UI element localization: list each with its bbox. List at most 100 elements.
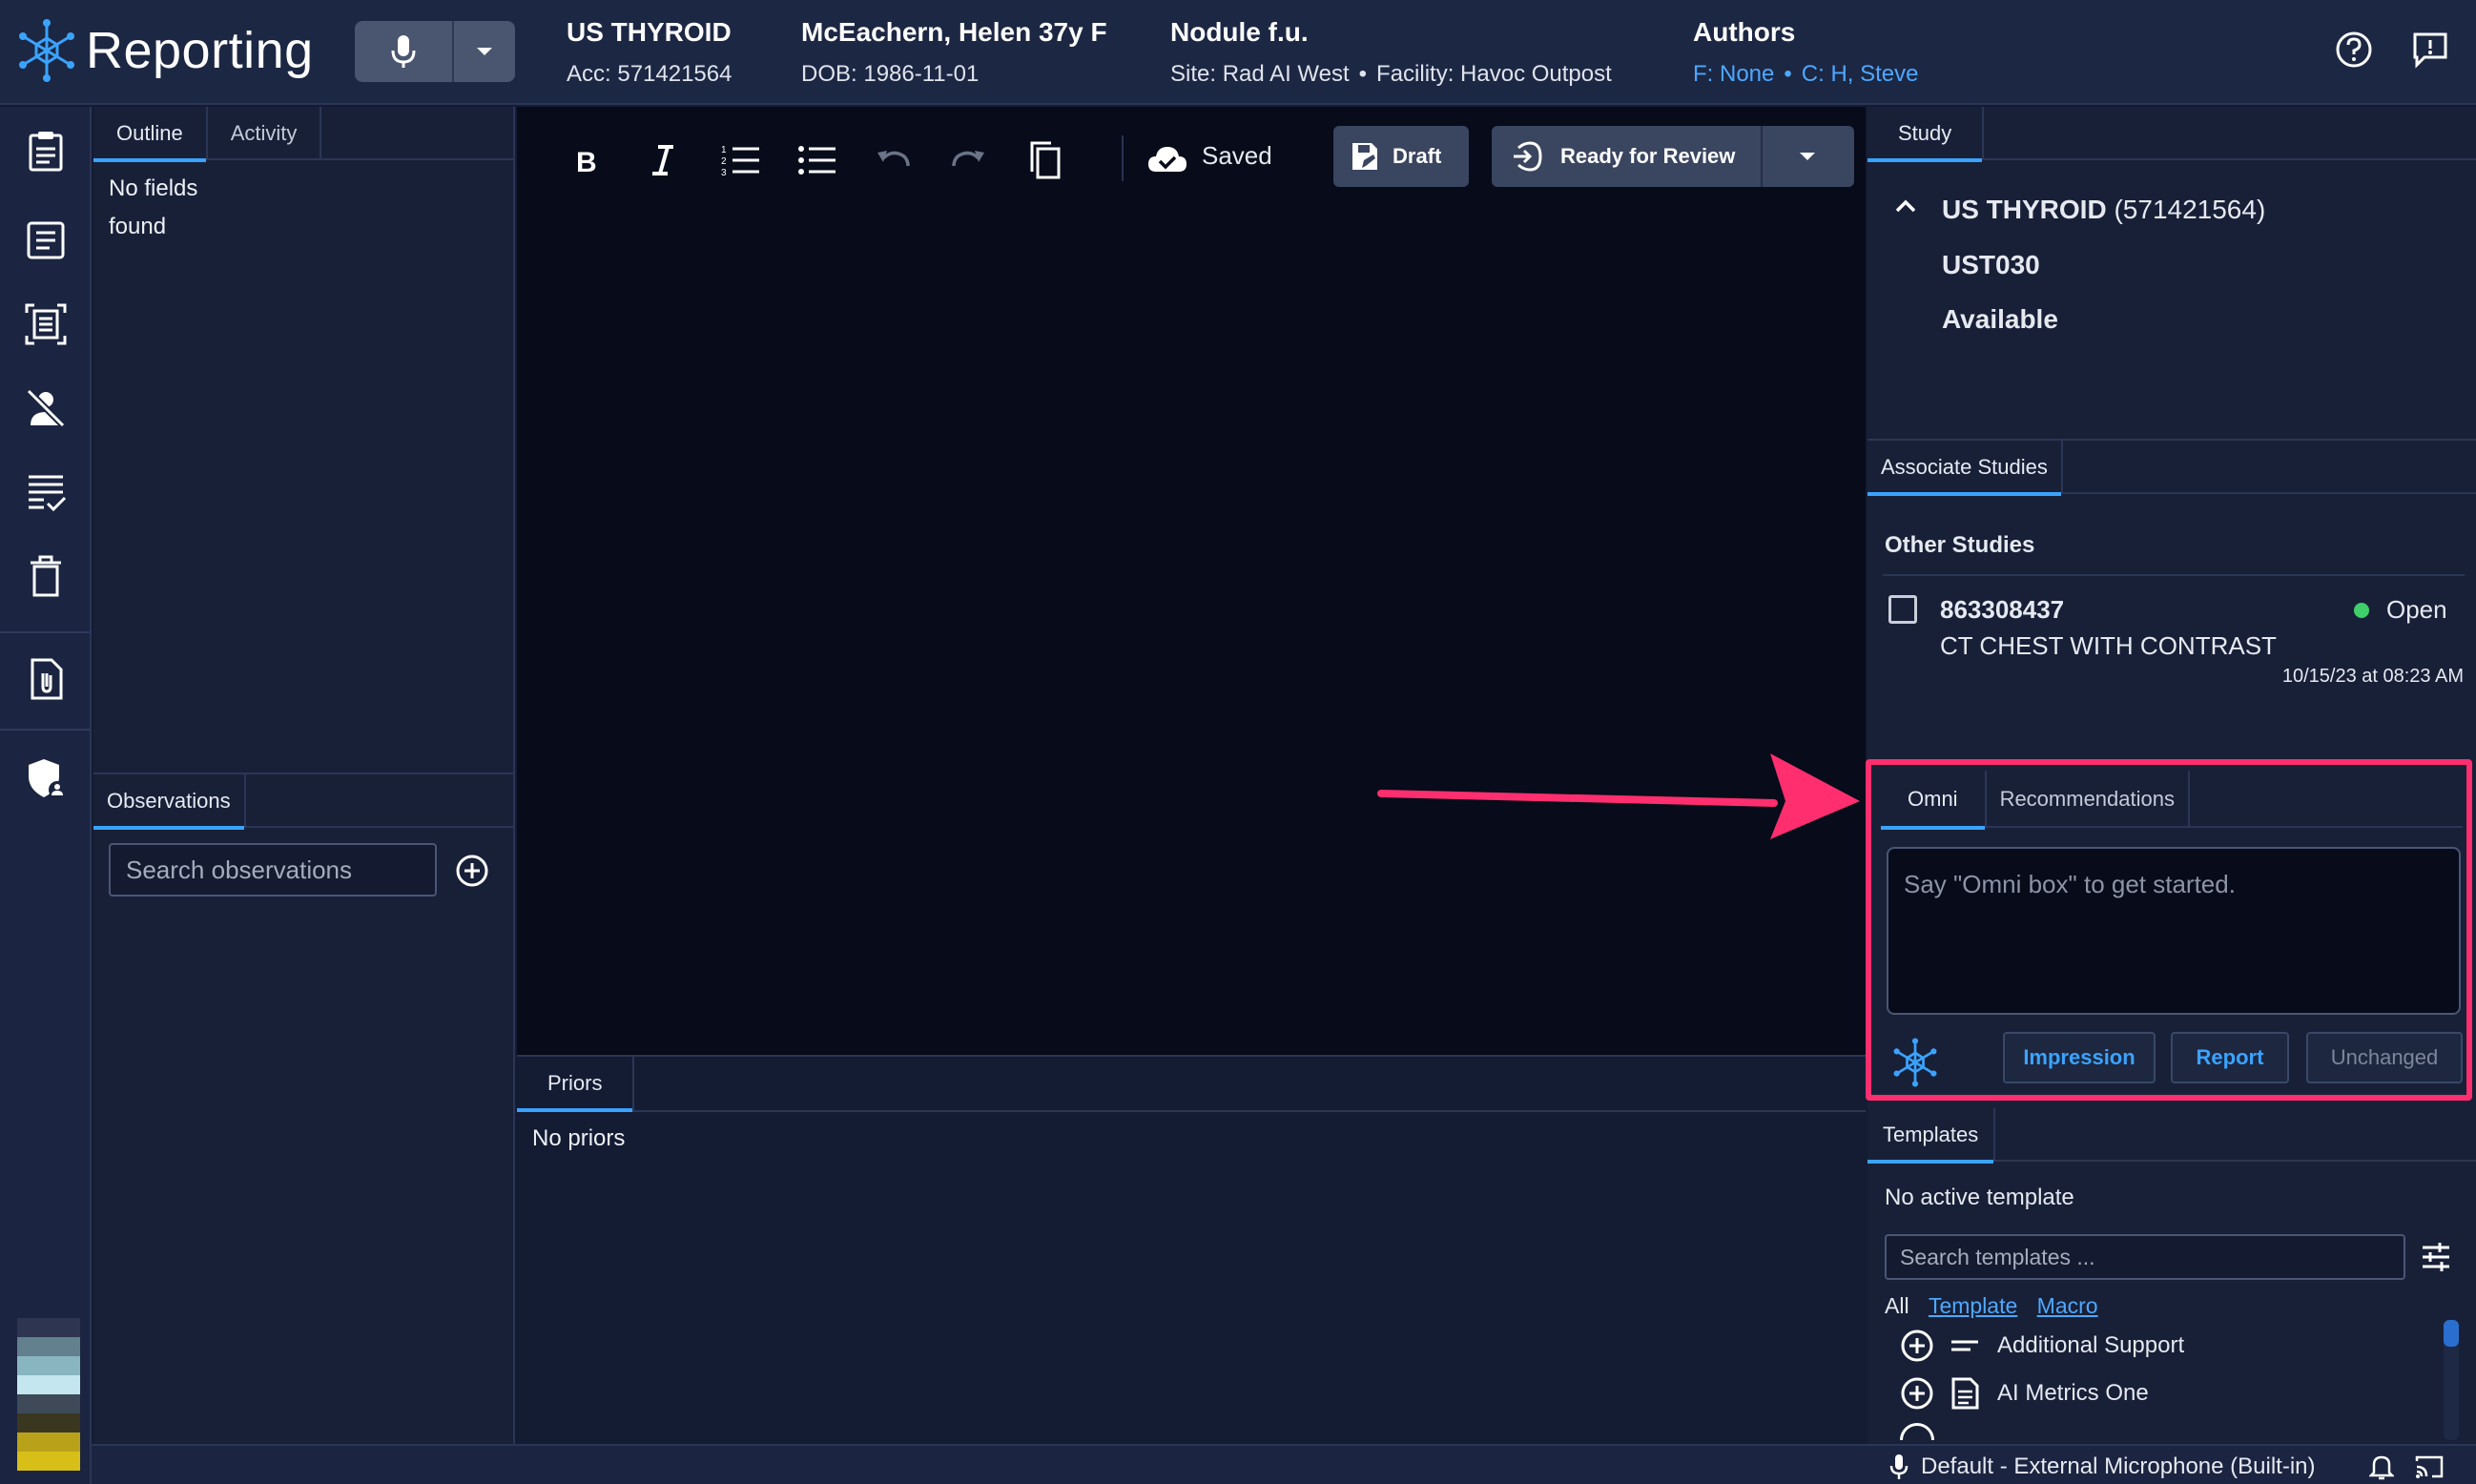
italic-icon[interactable]: [643, 139, 685, 181]
template-list-item[interactable]: AI Metrics One: [1900, 1373, 2434, 1413]
omni-input[interactable]: Say "Omni box" to get started.: [1887, 847, 2461, 1015]
user-off-icon[interactable]: [23, 385, 69, 431]
observations-tabs: Observations: [93, 774, 513, 830]
top-bar: Reporting US THYROID Acc: 571421564 McEa…: [0, 0, 2476, 105]
templates-tabs: Templates: [1867, 1108, 2476, 1164]
study-name: US THYROID: [1942, 195, 2107, 224]
tab-outline[interactable]: Outline: [93, 107, 208, 162]
microphone-button[interactable]: [355, 21, 454, 82]
header-site-facility: Site: Rad AI West • Facility: Havoc Outpos…: [1170, 61, 1612, 87]
caret-down-icon: [477, 48, 492, 55]
bullet-list-icon[interactable]: [795, 139, 837, 181]
copy-icon[interactable]: [1024, 139, 1066, 181]
help-icon[interactable]: [2333, 29, 2375, 71]
tab-priors[interactable]: Priors: [517, 1057, 635, 1112]
tab-associate-studies[interactable]: Associate Studies: [1867, 441, 2063, 496]
dictation-control: [355, 21, 515, 82]
cast-icon[interactable]: [2415, 1453, 2444, 1480]
report-icon[interactable]: [23, 217, 69, 263]
filter-macro-link[interactable]: Macro: [2037, 1293, 2098, 1318]
templates-search-input[interactable]: Search templates ...: [1885, 1234, 2405, 1280]
microphone-icon: [1889, 1454, 1909, 1479]
attachment-document-icon[interactable]: [23, 656, 69, 702]
trash-icon[interactable]: [23, 553, 69, 599]
checklist-icon[interactable]: [23, 469, 69, 515]
header-study-title: US THYROID: [567, 17, 732, 47]
saved-status: Saved: [1202, 141, 1272, 170]
template-item-label: Additional Support: [1997, 1332, 2185, 1358]
open-status-dot: [2354, 603, 2369, 618]
header-study: US THYROID Acc: 571421564: [567, 17, 732, 88]
app-title: Reporting: [86, 22, 314, 79]
ready-for-review-button[interactable]: Ready for Review: [1492, 126, 1763, 187]
draft-button[interactable]: Draft: [1333, 126, 1469, 187]
app-logo-icon: [19, 19, 74, 82]
svg-text:3: 3: [721, 168, 727, 178]
annotation-arrow-icon: [1377, 753, 1860, 839]
shield-user-icon[interactable]: [23, 755, 69, 801]
templates-empty-message: No active template: [1885, 1185, 2074, 1210]
audio-device-label[interactable]: Default - External Microphone (Built-in): [1921, 1453, 2316, 1480]
header-facility: Facility: Havoc Outpost: [1376, 61, 1612, 87]
unchanged-button[interactable]: Unchanged: [2306, 1032, 2463, 1083]
add-observation-icon[interactable]: [454, 853, 490, 889]
template-list-item[interactable]: Additional Support: [1900, 1326, 2434, 1366]
templates-scrollbar[interactable]: [2444, 1320, 2459, 1440]
header-patient: McEachern, Helen 37y F DOB: 1986-11-01: [801, 17, 1107, 88]
tab-omni[interactable]: Omni: [1881, 771, 1987, 830]
header-authors-list: F: None • C: H, Steve: [1693, 61, 1919, 87]
header-patient-name: McEachern, Helen 37y F: [801, 17, 1107, 47]
report-button[interactable]: Report: [2171, 1032, 2289, 1083]
microphone-dropdown-button[interactable]: [454, 21, 515, 82]
report-editor[interactable]: B 1 2 3 Saved Draft Ready for Review: [517, 107, 1866, 1055]
template-item-label: AI Metrics One: [1997, 1380, 2149, 1406]
status-bar: Default - External Microphone (Built-in): [92, 1444, 2476, 1484]
template-list-item-partial: [1900, 1423, 1934, 1440]
avatar[interactable]: [17, 1318, 80, 1471]
study-accession: (571421564): [2114, 195, 2266, 224]
microphone-icon: [391, 35, 416, 68]
toolbar-divider: [1122, 135, 1124, 181]
scrollbar-thumb[interactable]: [2444, 1320, 2459, 1347]
first-author-link[interactable]: F: None: [1693, 61, 1774, 87]
clipboard-icon[interactable]: [23, 128, 69, 174]
templates-filters: All Template Macro: [1885, 1293, 2098, 1319]
feedback-icon[interactable]: [2409, 29, 2451, 71]
divider: [1883, 574, 2465, 576]
filter-settings-icon[interactable]: [2419, 1240, 2453, 1274]
study-tabs: Study: [1867, 107, 2476, 162]
study-title: US THYROID (571421564): [1942, 195, 2265, 225]
chevron-up-icon[interactable]: [1894, 198, 1917, 214]
observations-search-input[interactable]: Search observations: [109, 843, 437, 897]
other-study-status: Open: [2386, 595, 2447, 624]
filter-template-link[interactable]: Template: [1929, 1293, 2017, 1318]
filter-all[interactable]: All: [1885, 1293, 1909, 1318]
redo-icon[interactable]: [948, 139, 990, 181]
review-dropdown-button[interactable]: [1763, 126, 1852, 187]
numbered-list-icon[interactable]: 1 2 3: [719, 139, 761, 181]
study-checkbox[interactable]: [1888, 595, 1917, 624]
omni-logo-icon: [1893, 1038, 1937, 1087]
tab-templates[interactable]: Templates: [1867, 1108, 1996, 1164]
tab-recommendations[interactable]: Recommendations: [1987, 771, 2190, 828]
tab-activity[interactable]: Activity: [208, 107, 322, 160]
omni-tabs: Omni Recommendations: [1881, 771, 2463, 830]
document-scan-icon[interactable]: [23, 301, 69, 347]
outline-empty-line: No fields: [109, 175, 198, 201]
header-dob: DOB: 1986-11-01: [801, 61, 980, 87]
header-site: Site: Rad AI West: [1170, 61, 1350, 87]
tab-observations[interactable]: Observations: [93, 774, 246, 830]
header-reason: Nodule f.u. Site: Rad AI West • Facility: …: [1170, 17, 1612, 88]
impression-button[interactable]: Impression: [2003, 1032, 2156, 1083]
undo-icon[interactable]: [872, 139, 914, 181]
associate-studies-panel: Associate Studies Other Studies 86330843…: [1867, 439, 2476, 763]
other-study-accession[interactable]: 863308437: [1940, 595, 2064, 625]
study-status: Available: [1942, 304, 2058, 334]
bold-icon[interactable]: B: [567, 139, 609, 181]
bell-icon[interactable]: [2369, 1453, 2394, 1480]
add-template-icon[interactable]: [1900, 1329, 1934, 1363]
add-template-icon[interactable]: [1900, 1376, 1934, 1411]
coauthors-link[interactable]: C: H, Steve: [1802, 61, 1919, 87]
tab-study[interactable]: Study: [1867, 107, 1985, 162]
svg-text:1: 1: [721, 145, 727, 155]
